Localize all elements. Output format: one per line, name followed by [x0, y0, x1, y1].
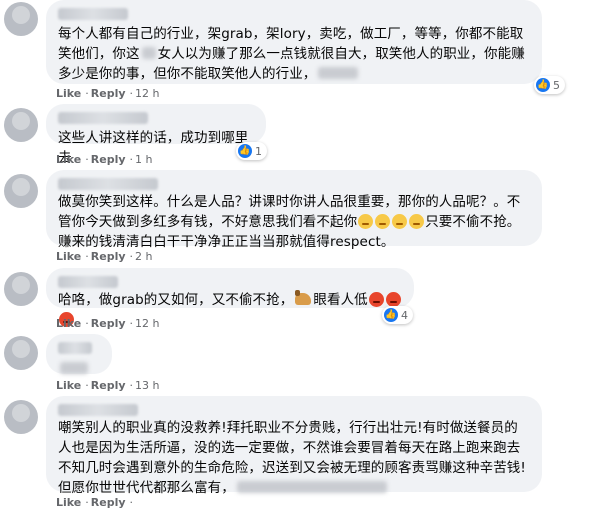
timestamp[interactable]: 1 h [135, 153, 152, 166]
grimace-emoji-icon [392, 214, 408, 229]
comment-bubble: 嘲笑别人的职业真的没救养!拜托职业不分贵贱，行行出壮元!有时做送餐员的人也是因为… [46, 396, 542, 496]
comment-bubble [46, 334, 112, 374]
angry-emoji-icon [368, 292, 384, 307]
timestamp[interactable]: 12 h [135, 87, 159, 100]
commenter-name-redacted[interactable] [58, 178, 158, 190]
reply-link[interactable]: Reply [91, 153, 126, 166]
grimace-emoji-icon [409, 214, 425, 229]
like-icon: 👍 [384, 308, 398, 322]
comment-actions: Like · Reply · 12 h [56, 87, 161, 100]
reply-link[interactable]: Reply [91, 496, 126, 509]
avatar[interactable] [4, 272, 38, 306]
comment-actions: Like · Reply · 12 h [56, 317, 161, 330]
like-link[interactable]: Like [56, 317, 81, 330]
timestamp[interactable]: 2 h [135, 250, 152, 263]
redacted-text [236, 481, 387, 493]
separator: · [85, 317, 89, 330]
comment-bubble: 这些人讲这样的话，成功到哪里去 [46, 104, 266, 166]
separator: · [129, 250, 134, 263]
separator: · [85, 250, 89, 263]
grimace-emoji-icon [358, 214, 374, 229]
comment-actions: Like · Reply · 2 h [56, 250, 154, 263]
avatar[interactable] [4, 400, 38, 434]
avatar[interactable] [4, 336, 38, 370]
like-link[interactable]: Like [56, 496, 81, 509]
timestamp[interactable]: 12 h [135, 317, 159, 330]
angry-emoji-icon [385, 292, 401, 307]
like-icon: 👍 [536, 78, 550, 92]
like-icon: 👍 [238, 144, 252, 158]
comment-text: 做莫你笑到这样。什么是人品？讲课时你讲人品很重要，那你的人品呢？。不管你今天做到… [58, 194, 521, 250]
reply-link[interactable]: Reply [91, 317, 126, 330]
separator: · [129, 153, 134, 166]
redacted-text [60, 362, 88, 374]
comment-actions: Like · Reply · 13 h [56, 379, 161, 392]
commenter-name-redacted[interactable] [58, 8, 128, 20]
reaction-count[interactable]: 👍 1 [236, 142, 267, 160]
separator: · [129, 379, 134, 392]
grimace-emoji-icon [375, 214, 391, 229]
reply-link[interactable]: Reply [91, 250, 126, 263]
dog-emoji-icon [295, 290, 312, 305]
comment-text: 每个人都有自己的行业，架grab，架lory，卖吃，做工厂，等等，你都不能取笑他… [58, 26, 525, 82]
avatar[interactable] [4, 108, 38, 142]
commenter-name-redacted[interactable] [58, 112, 148, 124]
commenter-name-redacted[interactable] [58, 342, 92, 354]
redacted-text [318, 67, 359, 79]
like-link[interactable]: Like [56, 250, 81, 263]
reaction-count[interactable]: 👍 4 [382, 306, 413, 324]
comment-actions: Like · Reply · 1 h [56, 153, 154, 166]
separator: · [129, 317, 134, 330]
separator: · [85, 87, 89, 100]
separator: · [85, 496, 89, 509]
comment-actions: Like · Reply · [56, 496, 135, 509]
separator: · [85, 153, 89, 166]
separator: · [129, 87, 134, 100]
redacted-text [141, 47, 156, 59]
comment-bubble: 哈咯，做grab的又如何，又不偷不抢， 眼看人低 [46, 268, 414, 327]
reply-link[interactable]: Reply [91, 87, 126, 100]
comment-text: 嘲笑别人的职业真的没救养!拜托职业不分贵贱，行行出壮元!有时做送餐员的人也是因为… [58, 420, 526, 496]
avatar[interactable] [4, 174, 38, 208]
comment-bubble: 做莫你笑到这样。什么是人品？讲课时你讲人品很重要，那你的人品呢？。不管你今天做到… [46, 170, 542, 250]
separator: · [129, 496, 134, 509]
like-link[interactable]: Like [56, 153, 81, 166]
commenter-name-redacted[interactable] [58, 276, 118, 288]
like-link[interactable]: Like [56, 379, 81, 392]
commenter-name-redacted[interactable] [58, 404, 138, 416]
separator: · [85, 379, 89, 392]
like-link[interactable]: Like [56, 87, 81, 100]
timestamp[interactable]: 13 h [135, 379, 159, 392]
reaction-count[interactable]: 👍 5 [534, 76, 565, 94]
avatar[interactable] [4, 2, 38, 36]
comment-bubble: 每个人都有自己的行业，架grab，架lory，卖吃，做工厂，等等，你都不能取笑他… [46, 0, 542, 84]
reply-link[interactable]: Reply [91, 379, 126, 392]
